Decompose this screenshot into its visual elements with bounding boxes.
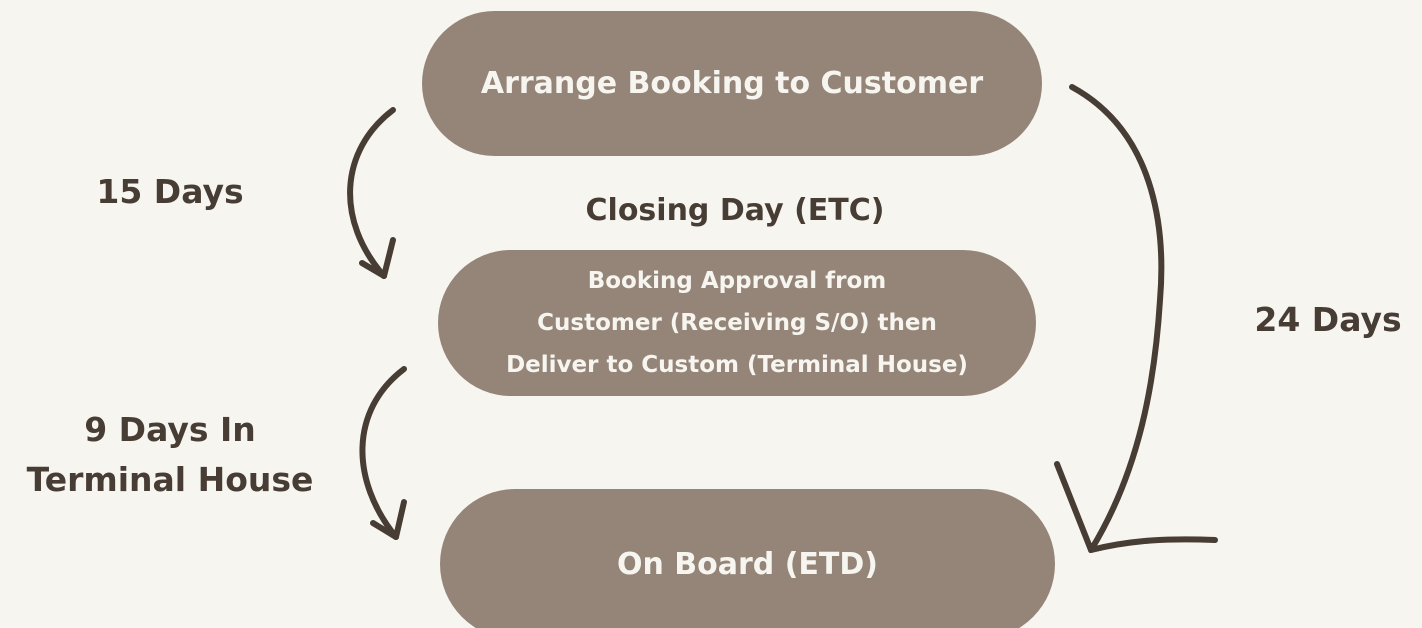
- node-booking-approval: Booking Approval from Customer (Receivin…: [438, 250, 1036, 396]
- closing-day-label: Closing Day (ETC): [585, 193, 885, 228]
- node-arrange-booking: Arrange Booking to Customer: [422, 11, 1042, 156]
- arrow-9-days: [359, 366, 407, 540]
- arrow-15-days: [347, 107, 396, 279]
- node-booking-approval-line3: Deliver to Custom (Terminal House): [506, 352, 968, 378]
- node-arrange-booking-label: Arrange Booking to Customer: [480, 66, 984, 101]
- node-booking-approval-line1: Booking Approval from: [587, 268, 887, 294]
- node-on-board-label: On Board (ETD): [616, 546, 879, 582]
- duration-15-days-label: 15 Days: [96, 172, 244, 211]
- node-booking-approval-line2: Customer (Receiving S/O) then: [537, 310, 937, 336]
- duration-9-days-line2: Terminal House: [26, 460, 314, 499]
- duration-24-days-label: 24 Days: [1254, 300, 1402, 339]
- duration-9-days-label: 9 Days In Terminal House: [0, 405, 340, 505]
- flow-diagram: Arrange Booking to Customer Closing Day …: [0, 0, 1422, 628]
- node-on-board: On Board (ETD): [440, 489, 1055, 628]
- arrow-24-days: [1054, 84, 1218, 553]
- duration-9-days-line1: 9 Days In: [84, 410, 256, 449]
